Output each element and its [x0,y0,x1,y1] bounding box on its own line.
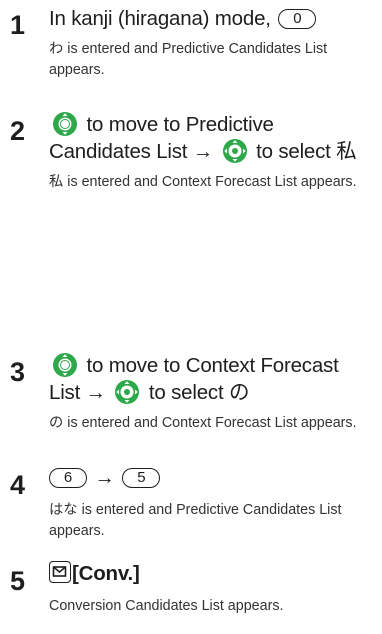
arrow: → [85,381,107,404]
nav-key-center-icon [115,380,140,404]
step-number: 2 [10,116,26,146]
step-heading: In kanji (hiragana) mode, 0 [49,6,374,32]
step-heading: 6 → 5 [49,465,374,491]
step-heading-text: [Conv.] [72,562,140,585]
six-key-icon: 6 [49,468,87,488]
step-number: 5 [10,566,26,596]
step-description: わ is entered and Predictive Candidates L… [49,41,328,78]
arrow: → [192,140,214,163]
nav-key-up-down-icon [53,353,77,377]
step-description: の is entered and Context Forecast List a… [49,415,357,431]
step-description: Conversion Candidates List appears. [49,598,284,614]
step-heading: to move to Context Forecast List → to se… [49,352,374,406]
nav-key-center-icon [222,139,247,163]
step-number: 3 [10,357,26,387]
zero-key-icon: 0 [278,9,317,29]
step-heading: to move to Predictive Candidates List → … [49,111,374,165]
step-number: 4 [10,470,26,500]
step-number: 1 [10,10,26,40]
step-heading-text: to select 私 [256,140,357,163]
nav-key-up-down-icon [53,112,77,136]
arrow: → [94,466,116,489]
step-heading-text: to select の [148,381,250,404]
step-description: 私 is entered and Context Forecast List a… [49,174,357,190]
mail-key-icon [49,561,71,583]
step-description: はな is entered and Predictive Candidates … [49,502,342,539]
step-heading: [Conv.] [49,561,374,587]
five-key-icon: 5 [122,468,161,488]
step-heading-text: In kanji (hiragana) mode, [49,7,271,30]
